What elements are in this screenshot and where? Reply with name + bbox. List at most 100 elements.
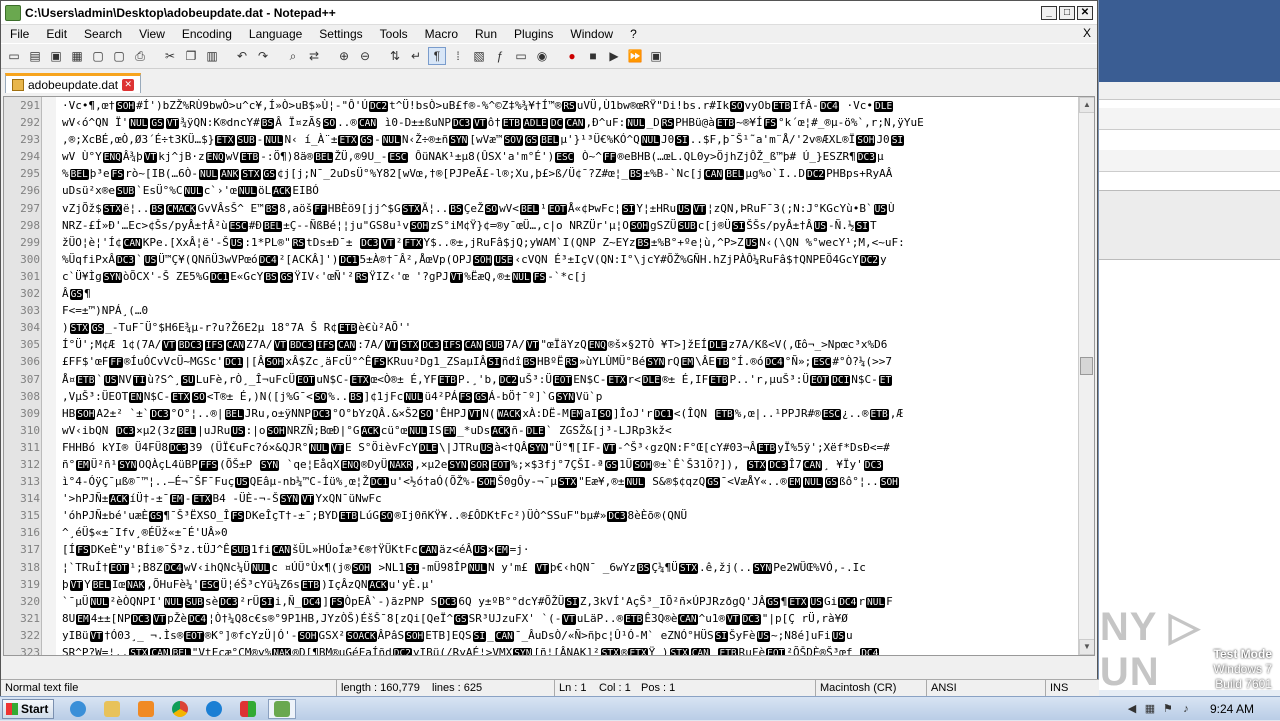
close-icon[interactable]: ▢ <box>89 47 107 65</box>
save-all-icon[interactable]: ▦ <box>68 47 86 65</box>
control-char-token: CAN <box>271 545 291 557</box>
menu-plugins[interactable]: Plugins <box>505 25 561 43</box>
line-text: NRZ-£Í»Ð'…Ec>¢Šs/pyÂ±†Â²ù ESC #Ð BEL ±Ç--ÑßB… <box>62 218 877 232</box>
edge-icon[interactable] <box>200 699 228 719</box>
scroll-down-icon[interactable]: ▼ <box>1079 639 1094 655</box>
control-char-token: SOH <box>76 408 96 420</box>
notepad-window[interactable]: C:\Users\admin\Desktop\adobeupdate.dat -… <box>0 0 1099 698</box>
record-macro-icon[interactable]: ● <box>563 47 581 65</box>
control-char-token: DC1 <box>339 254 359 266</box>
line-number: 292 <box>20 116 40 130</box>
vertical-scrollbar[interactable]: ▲ ▼ <box>1078 97 1094 655</box>
notepadpp-taskbar-icon[interactable] <box>268 699 296 719</box>
start-button[interactable]: Start <box>2 699 54 719</box>
folder-workspace-icon[interactable]: ▭ <box>512 47 530 65</box>
scroll-thumb[interactable] <box>1080 357 1093 375</box>
minimize-button[interactable]: _ <box>1041 5 1057 20</box>
control-char-token: CAN <box>678 613 698 625</box>
menu-settings[interactable]: Settings <box>310 25 370 43</box>
control-char-token: SO <box>730 101 744 112</box>
paste-icon[interactable]: ▥ <box>203 47 221 65</box>
find-icon[interactable]: ⌕ <box>284 47 302 65</box>
doc-map-icon[interactable]: ▧ <box>470 47 488 65</box>
control-char-token: CAN <box>357 118 378 130</box>
print-icon[interactable]: ⎙ <box>131 47 149 65</box>
control-char-token: STX <box>69 323 89 335</box>
menu-edit[interactable]: Edit <box>37 25 75 43</box>
control-char-token: SO <box>322 118 337 130</box>
app-grid-icon[interactable] <box>234 699 262 719</box>
control-char-token: SI <box>731 220 746 232</box>
control-char-token: STX <box>600 648 620 655</box>
menu-help[interactable]: ? <box>621 25 645 43</box>
sync-scroll-icon[interactable]: ⇅ <box>386 47 404 65</box>
control-char-token: DC2 <box>368 101 389 112</box>
editor-line: 309 HB SOH A2±² `±` DC3 °O°¦..®| BEL JRu,o±ÿNNP… <box>4 405 1080 422</box>
close-all-icon[interactable]: ▢ <box>110 47 128 65</box>
control-char-token: GS <box>150 118 164 130</box>
zoom-out-icon[interactable]: ⊖ <box>356 47 374 65</box>
volume-icon[interactable]: ♪ <box>1180 703 1192 715</box>
maximize-button[interactable]: □ <box>1059 5 1075 20</box>
replace-icon[interactable]: ⇄ <box>305 47 323 65</box>
editor-line: 302 Â GS ¶ <box>4 285 1080 302</box>
speaker-icon[interactable]: ◀ <box>1126 703 1138 715</box>
redo-icon[interactable]: ↷ <box>254 47 272 65</box>
control-char-token: DLE <box>418 442 439 454</box>
control-char-token: GS <box>359 135 374 147</box>
indent-guide-icon[interactable]: ⁞ <box>449 47 467 65</box>
menu-tools[interactable]: Tools <box>371 25 416 43</box>
background-window[interactable] <box>1098 0 1280 690</box>
media-player-icon[interactable] <box>132 699 160 719</box>
scroll-up-icon[interactable]: ▲ <box>1079 97 1094 113</box>
title-bar[interactable]: C:\Users\admin\Desktop\adobeupdate.dat -… <box>1 1 1097 25</box>
save-icon[interactable]: ▣ <box>47 47 65 65</box>
text-editor[interactable]: 291 ·Vc•¶,œ† SOH #Í')bZŽ%RÙ9bwÒ>u^c¥,Í»Ò>uB… <box>3 96 1095 656</box>
menu-view[interactable]: View <box>130 25 173 43</box>
menu-run[interactable]: Run <box>466 25 505 43</box>
play-macro-icon[interactable]: ▶ <box>605 47 623 65</box>
close-window-button[interactable]: ✕ <box>1077 5 1093 20</box>
control-char-token: VT <box>525 340 540 352</box>
menu-file[interactable]: File <box>1 25 37 43</box>
close-document-button[interactable]: X <box>1083 26 1091 40</box>
tab-adobeupdate[interactable]: adobeupdate.dat ✕ <box>5 73 142 93</box>
stop-macro-icon[interactable]: ■ <box>584 47 602 65</box>
control-char-token: VT <box>162 340 176 352</box>
line-number: 313 <box>20 475 40 489</box>
menu-encoding[interactable]: Encoding <box>173 25 240 43</box>
line-number: 306 <box>20 355 40 369</box>
flag-icon[interactable]: ⚑ <box>1162 703 1174 715</box>
open-icon[interactable]: ▤ <box>26 47 44 65</box>
line-number: 316 <box>20 526 40 540</box>
show-all-chars-icon[interactable]: ¶ <box>428 47 446 65</box>
ie-icon[interactable] <box>64 699 92 719</box>
play-macro-multiple-icon[interactable]: ⏩ <box>626 47 644 65</box>
function-list-icon[interactable]: ƒ <box>491 47 509 65</box>
menu-language[interactable]: Language <box>240 25 310 43</box>
control-char-token: NAK <box>126 579 146 591</box>
monitoring-icon[interactable]: ◉ <box>533 47 551 65</box>
control-char-token: DLE <box>874 101 894 112</box>
control-char-token: SI <box>890 135 905 147</box>
undo-icon[interactable]: ↶ <box>233 47 251 65</box>
menu-window[interactable]: Window <box>561 25 621 43</box>
control-char-token: CAN <box>150 648 170 655</box>
copy-icon[interactable]: ❐ <box>182 47 200 65</box>
cut-icon[interactable]: ✂ <box>161 47 179 65</box>
control-char-token: NAKR <box>388 459 414 471</box>
menu-search[interactable]: Search <box>75 25 130 43</box>
line-text: FHHBó kYI® Ü4FÜ8 DC3 39 (ÜÏ€uFc?ó×&QJR° NUL… <box>62 440 890 454</box>
explorer-icon[interactable] <box>98 699 126 719</box>
new-file-icon[interactable]: ▭ <box>5 47 23 65</box>
menu-macro[interactable]: Macro <box>416 25 466 43</box>
tab-close-icon[interactable]: ✕ <box>122 78 135 91</box>
save-macro-icon[interactable]: ▣ <box>647 47 665 65</box>
control-char-token: NUL <box>381 135 401 147</box>
control-char-token: EM <box>76 459 90 471</box>
word-wrap-icon[interactable]: ↵ <box>407 47 425 65</box>
network-icon[interactable]: ▦ <box>1144 703 1156 715</box>
zoom-in-icon[interactable]: ⊕ <box>335 47 353 65</box>
clock[interactable]: 9:24 AM <box>1210 702 1254 716</box>
chrome-icon[interactable] <box>166 699 194 719</box>
